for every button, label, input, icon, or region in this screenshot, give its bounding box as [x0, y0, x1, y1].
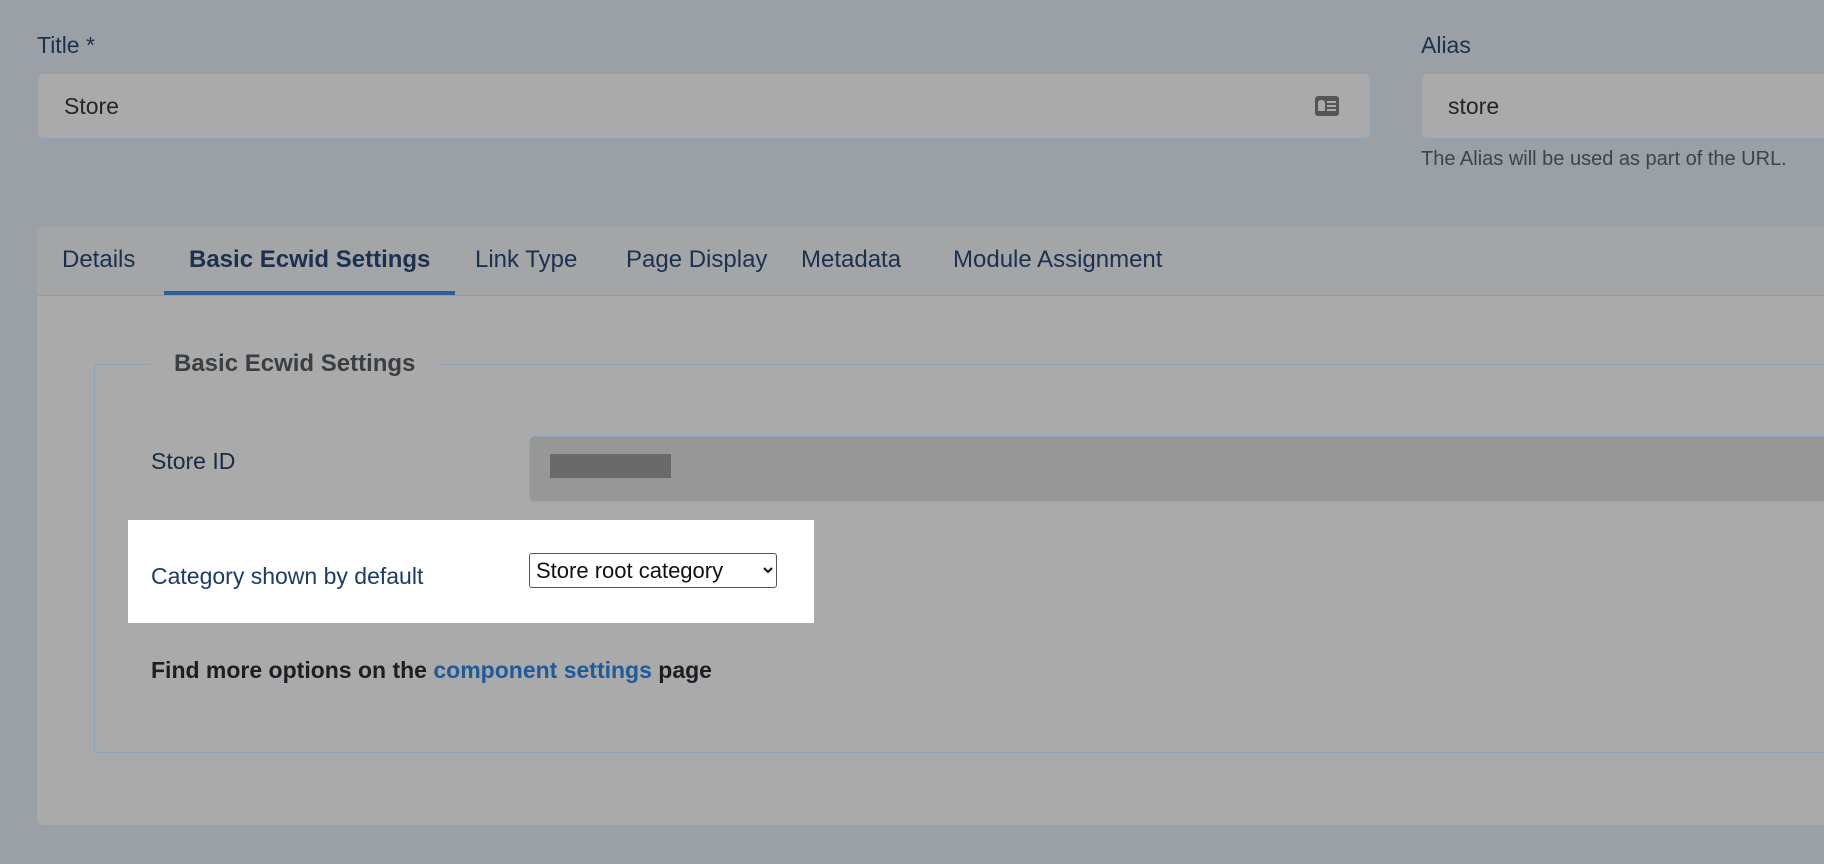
category-highlight: Category shown by default Store root cat… [128, 520, 814, 623]
find-more-prefix: Find more options on the [151, 657, 427, 683]
tab-link-type[interactable]: Link Type [450, 227, 602, 295]
category-select[interactable]: Store root category [529, 553, 777, 588]
tab-details[interactable]: Details [37, 227, 160, 295]
category-label: Category shown by default [151, 563, 424, 589]
tab-basic-ecwid-settings[interactable]: Basic Ecwid Settings [164, 227, 456, 295]
title-input[interactable]: Store [37, 73, 1371, 139]
redacted-value [550, 454, 671, 478]
find-more-text: Find more options on the component setti… [151, 657, 712, 684]
tab-bar: Details Basic Ecwid Settings Link Type P… [37, 227, 1824, 296]
fieldset-legend: Basic Ecwid Settings [174, 350, 416, 377]
alias-input[interactable]: store [1421, 73, 1824, 139]
store-id-label: Store ID [151, 448, 236, 474]
find-more-suffix: page [658, 657, 712, 683]
id-card-icon [1315, 96, 1339, 116]
title-label: Title * [37, 32, 95, 58]
title-input-value: Store [64, 92, 119, 119]
alias-input-value: store [1448, 92, 1500, 119]
alias-label: Alias [1421, 32, 1471, 58]
alias-help-text: The Alias will be used as part of the UR… [1421, 148, 1787, 170]
tab-page-display[interactable]: Page Display [601, 227, 792, 295]
component-settings-link[interactable]: component settings [433, 657, 652, 683]
tab-metadata[interactable]: Metadata [776, 227, 926, 295]
store-id-input[interactable] [529, 436, 1824, 502]
tab-module-assignment[interactable]: Module Assignment [928, 227, 1187, 295]
